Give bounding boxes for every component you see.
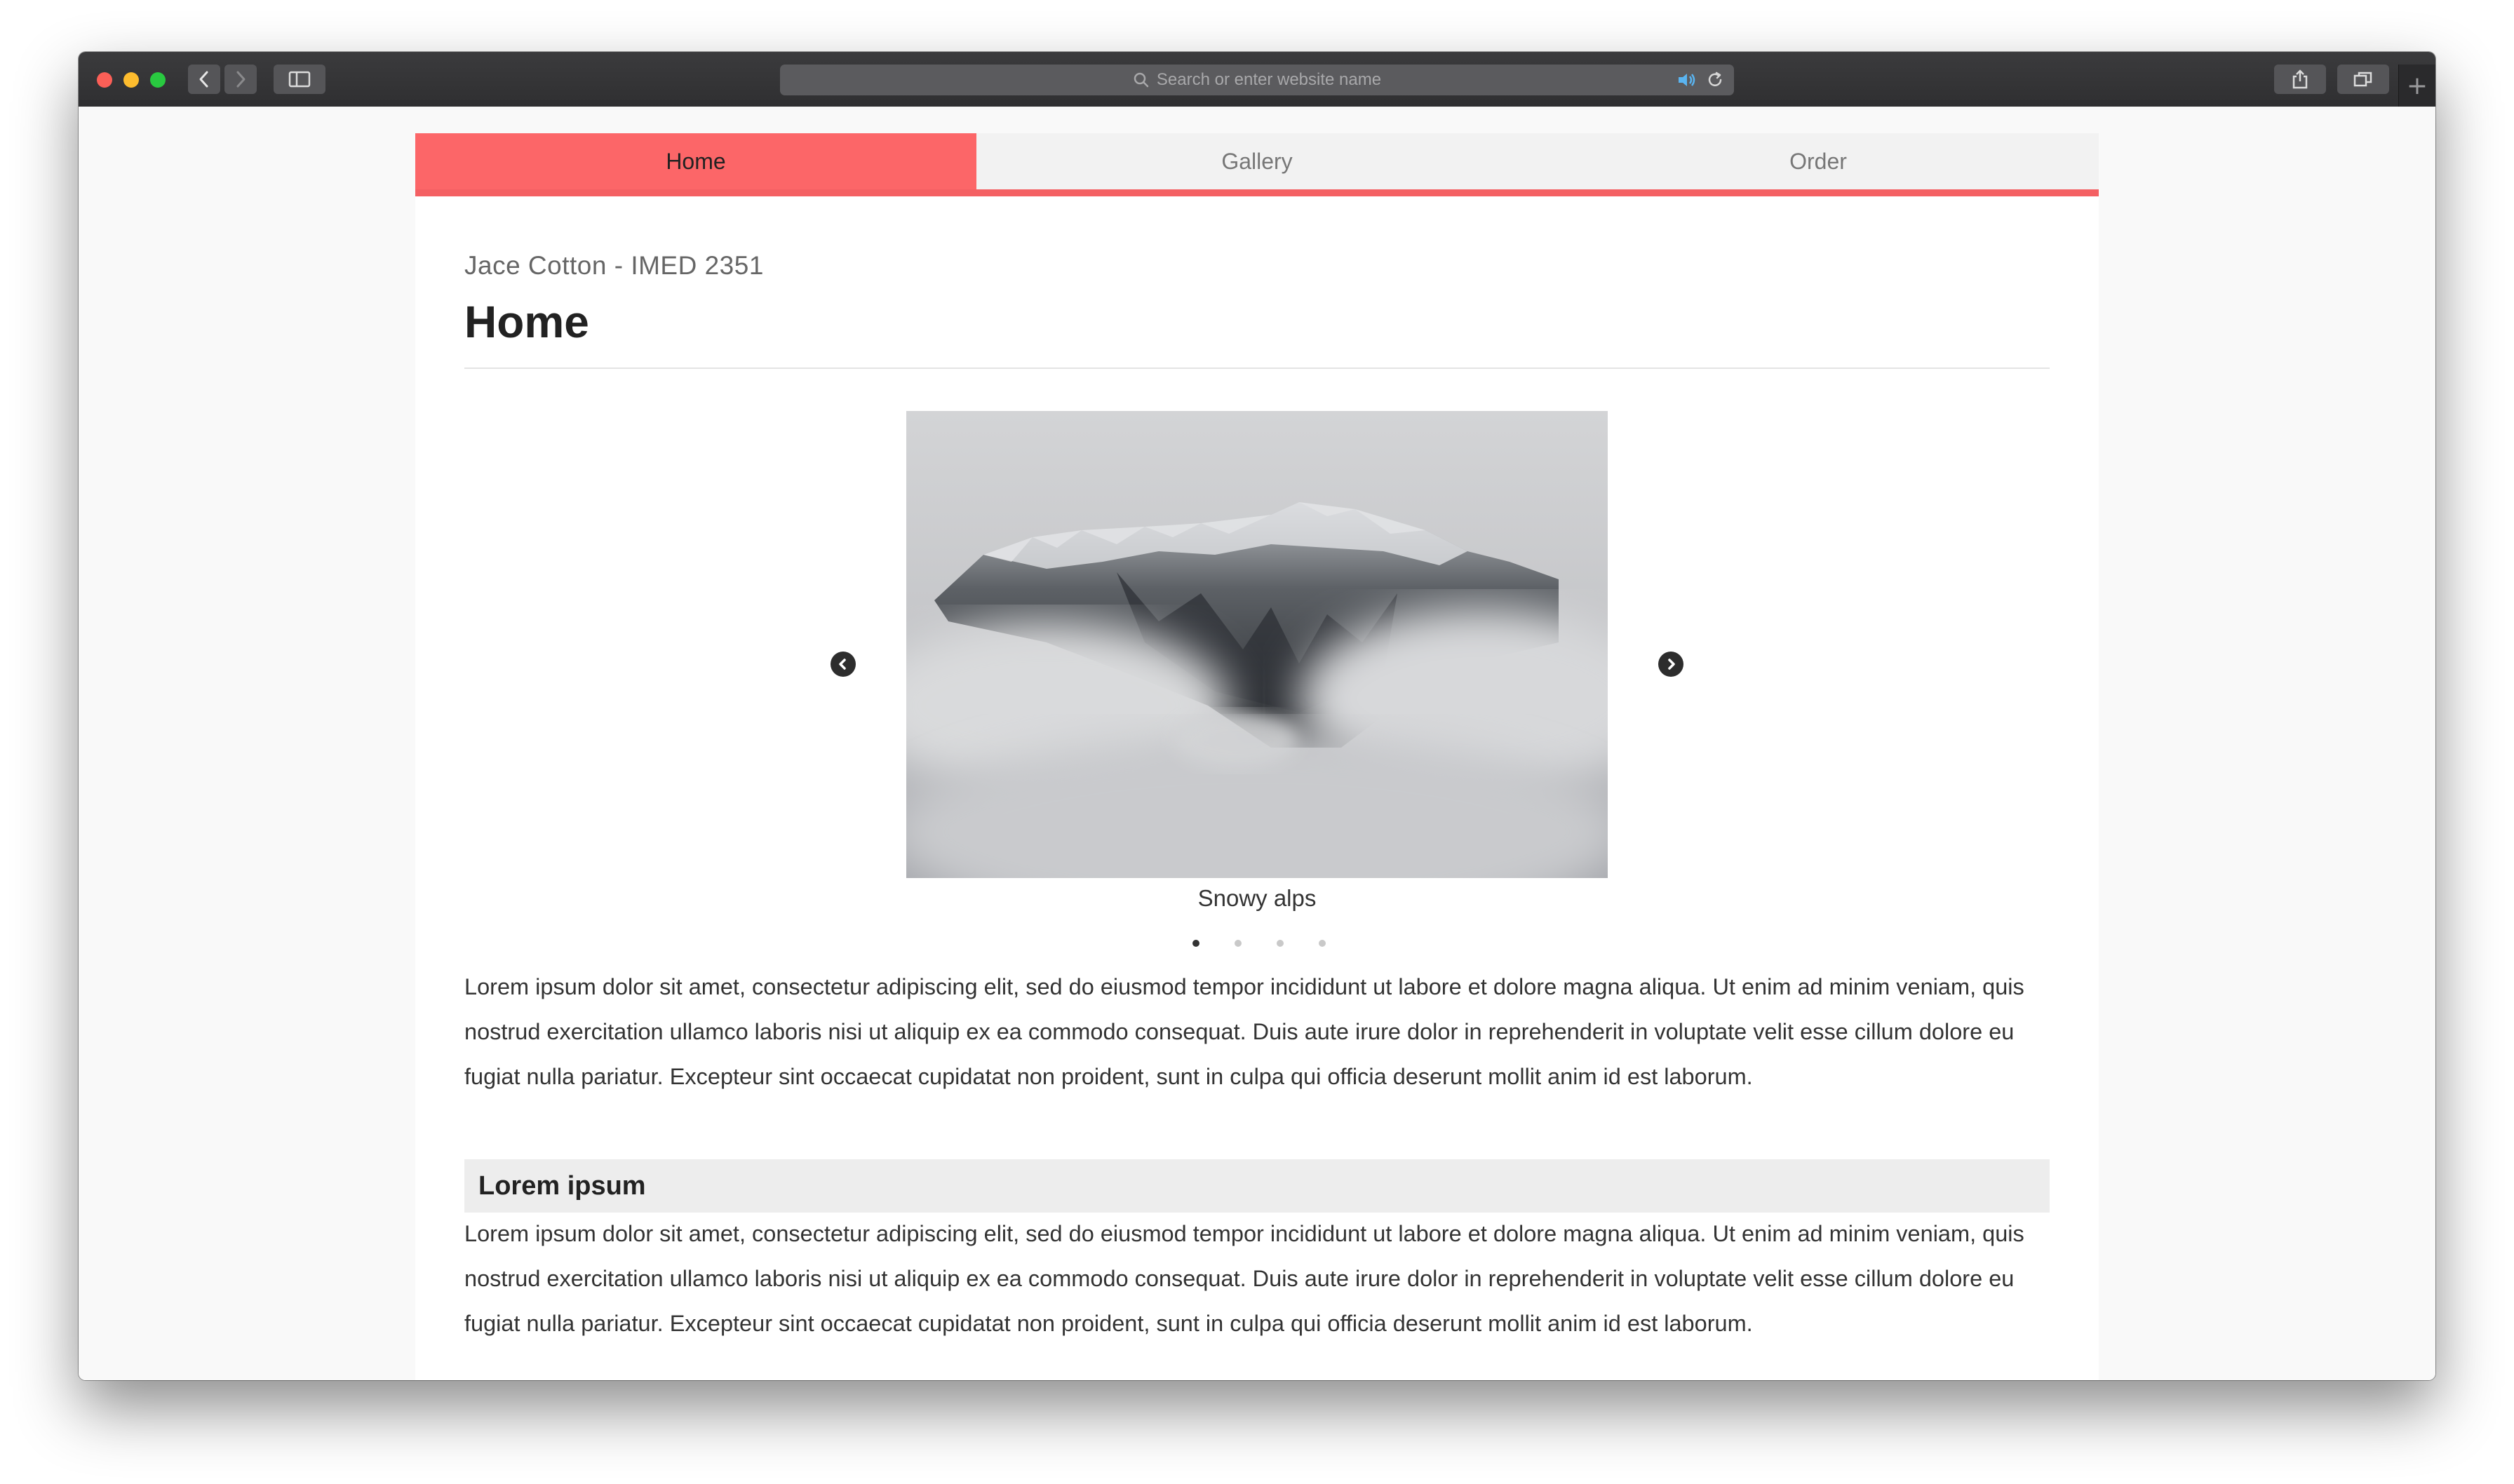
browser-toolbar: Search or enter website name +	[79, 52, 2435, 107]
forward-button[interactable]	[224, 65, 257, 94]
chevron-right-icon	[236, 71, 246, 88]
sidebar-toggle-button[interactable]	[274, 65, 325, 94]
carousel-next-button[interactable]	[1658, 652, 1683, 677]
new-tab-button[interactable]: +	[2398, 65, 2435, 107]
carousel-dot[interactable]	[1319, 940, 1326, 947]
share-icon	[2292, 69, 2308, 89]
reload-icon[interactable]	[1706, 71, 1724, 89]
nav-underline	[415, 189, 2099, 196]
carousel-image	[906, 411, 1608, 878]
chevron-left-icon	[199, 71, 208, 88]
carousel-dot[interactable]	[1277, 940, 1284, 947]
minimize-window-button[interactable]	[123, 72, 139, 88]
section-header: Lorem ipsum	[464, 1159, 2050, 1213]
section-title: Lorem ipsum	[478, 1171, 646, 1201]
share-button[interactable]	[2274, 65, 2326, 94]
page-subtitle: Jace Cotton - IMED 2351	[464, 251, 764, 280]
zoom-window-button[interactable]	[150, 72, 166, 88]
carousel-indicators	[1192, 940, 1333, 948]
plus-icon: +	[2406, 71, 2428, 100]
page-title: Home	[464, 297, 589, 347]
address-bar[interactable]: Search or enter website name	[780, 65, 1734, 95]
tab-home[interactable]: Home	[415, 133, 976, 189]
close-window-button[interactable]	[97, 72, 112, 88]
tabs-icon	[2353, 72, 2372, 87]
page-container: Home Gallery Order Jace Cotton - IMED 23…	[415, 133, 2099, 1380]
address-placeholder: Search or enter website name	[1156, 70, 1382, 89]
back-button[interactable]	[188, 65, 220, 94]
body-paragraph: Lorem ipsum dolor sit amet, consectetur …	[464, 974, 2024, 1089]
carousel-prev-button[interactable]	[831, 652, 856, 677]
web-viewport[interactable]: Home Gallery Order Jace Cotton - IMED 23…	[79, 107, 2435, 1380]
carousel-dot[interactable]	[1235, 940, 1242, 947]
chevron-left-icon	[839, 659, 846, 670]
show-tabs-button[interactable]	[2337, 65, 2389, 94]
carousel-dot[interactable]	[1192, 940, 1199, 947]
sidebar-icon	[288, 71, 311, 88]
nav-tabs: Home Gallery Order	[415, 133, 2099, 189]
speaker-icon[interactable]	[1676, 71, 1698, 89]
body-paragraph: Lorem ipsum dolor sit amet, consectetur …	[464, 1221, 2024, 1336]
search-icon	[1134, 72, 1149, 88]
tab-gallery[interactable]: Gallery	[976, 133, 1538, 189]
tab-order[interactable]: Order	[1538, 133, 2099, 189]
browser-window: Search or enter website name + Home Gall…	[79, 52, 2435, 1380]
divider	[464, 367, 2050, 369]
chevron-right-icon	[1668, 659, 1675, 670]
carousel-caption: Snowy alps	[1197, 885, 1317, 911]
